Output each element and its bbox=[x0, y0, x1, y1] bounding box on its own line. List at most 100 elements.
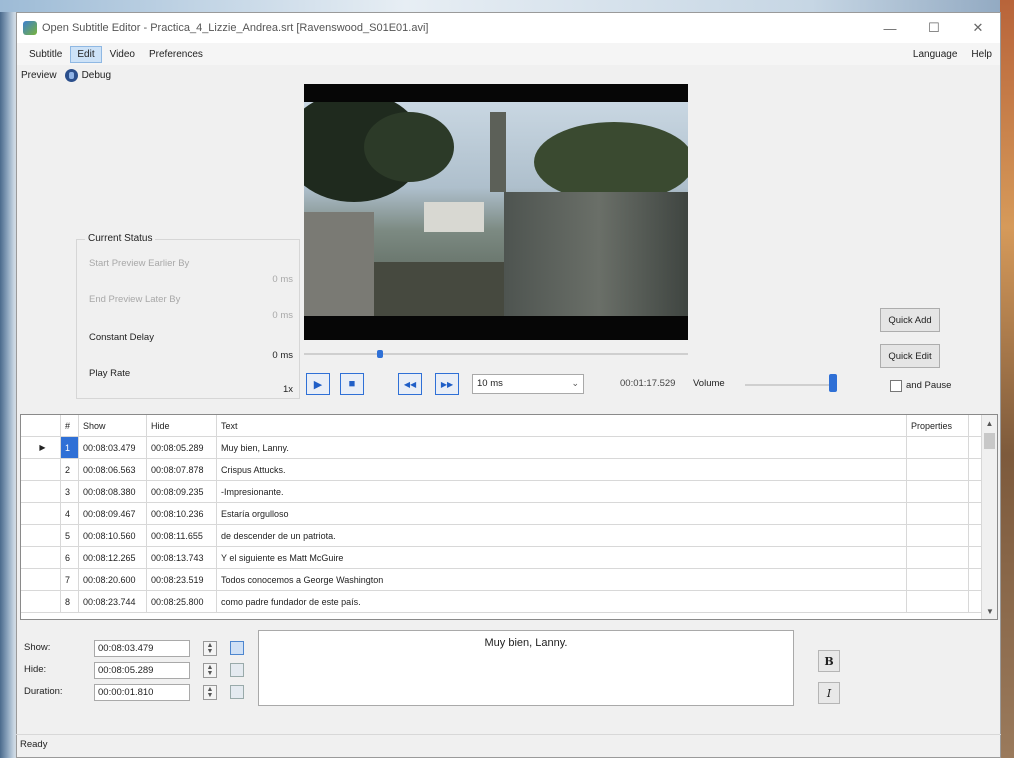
row-num[interactable]: 1 bbox=[61, 437, 79, 458]
row-properties[interactable] bbox=[907, 437, 969, 458]
duration-time-input[interactable]: 00:00:01.810 bbox=[94, 684, 190, 701]
row-num[interactable]: 7 bbox=[61, 569, 79, 590]
menu-edit[interactable]: Edit bbox=[70, 45, 102, 63]
row-hide[interactable]: 00:08:13.743 bbox=[147, 547, 217, 568]
current-row-arrow-icon[interactable]: ▶ bbox=[21, 437, 61, 458]
row-properties[interactable] bbox=[907, 547, 969, 568]
grid-scrollbar[interactable]: ▲ ▼ bbox=[981, 415, 997, 619]
row-properties[interactable] bbox=[907, 503, 969, 524]
row-hide[interactable]: 00:08:23.519 bbox=[147, 569, 217, 590]
row-show[interactable]: 00:08:20.600 bbox=[79, 569, 147, 590]
rewind-button[interactable]: ◀◀ bbox=[398, 373, 422, 395]
row-show[interactable]: 00:08:03.479 bbox=[79, 437, 147, 458]
row-hide[interactable]: 00:08:10.236 bbox=[147, 503, 217, 524]
seek-bar[interactable] bbox=[304, 350, 688, 358]
table-row[interactable]: 5 00:08:10.560 00:08:11.655 de descender de… bbox=[21, 525, 997, 547]
row-num[interactable]: 8 bbox=[61, 591, 79, 612]
menu-video[interactable]: Video bbox=[104, 47, 141, 62]
row-hide[interactable]: 00:08:07.878 bbox=[147, 459, 217, 480]
menu-help[interactable]: Help bbox=[965, 47, 998, 62]
close-button[interactable]: ✕ bbox=[956, 13, 1000, 43]
table-row[interactable]: 2 00:08:06.563 00:08:07.878 Crispus Attucks… bbox=[21, 459, 997, 481]
stop-button[interactable]: ■ bbox=[340, 373, 364, 395]
row-show[interactable]: 00:08:08.380 bbox=[79, 481, 147, 502]
row-hide[interactable]: 00:08:25.800 bbox=[147, 591, 217, 612]
row-selector[interactable] bbox=[21, 591, 61, 612]
row-text[interactable]: Y el siguiente es Matt McGuire bbox=[217, 547, 907, 568]
set-time-icon[interactable] bbox=[230, 685, 244, 699]
row-text[interactable]: Todos conocemos a George Washington bbox=[217, 569, 907, 590]
video-preview[interactable] bbox=[304, 84, 688, 340]
header-properties[interactable]: Properties bbox=[907, 415, 969, 436]
row-text[interactable]: Crispus Attucks. bbox=[217, 459, 907, 480]
table-row[interactable]: 6 00:08:12.265 00:08:13.743 Y el siguiente … bbox=[21, 547, 997, 569]
row-num[interactable]: 6 bbox=[61, 547, 79, 568]
row-selector[interactable] bbox=[21, 503, 61, 524]
row-text[interactable]: de descender de un patriota. bbox=[217, 525, 907, 546]
table-row[interactable]: 8 00:08:23.744 00:08:25.800 como padre fund… bbox=[21, 591, 997, 613]
row-text[interactable]: -Impresionante. bbox=[217, 481, 907, 502]
scroll-up-icon[interactable]: ▲ bbox=[982, 415, 997, 431]
menu-language[interactable]: Language bbox=[907, 47, 964, 62]
row-properties[interactable] bbox=[907, 525, 969, 546]
menu-preferences[interactable]: Preferences bbox=[143, 47, 209, 62]
hide-time-input[interactable]: 00:08:05.289 bbox=[94, 662, 190, 679]
bold-button[interactable]: B bbox=[818, 650, 840, 672]
show-spinner[interactable]: ▲ ▼ bbox=[203, 641, 217, 656]
tab-debug[interactable]: Debug bbox=[82, 70, 111, 81]
row-show[interactable]: 00:08:10.560 bbox=[79, 525, 147, 546]
row-num[interactable]: 4 bbox=[61, 503, 79, 524]
row-selector[interactable] bbox=[21, 569, 61, 590]
fast-forward-button[interactable]: ▶▶ bbox=[435, 373, 459, 395]
step-size-select[interactable]: 10 ms ⌄ bbox=[472, 374, 584, 394]
table-row[interactable]: 4 00:08:09.467 00:08:10.236 Estaría orgullo… bbox=[21, 503, 997, 525]
row-text[interactable]: Estaría orgulloso bbox=[217, 503, 907, 524]
header-show[interactable]: Show bbox=[79, 415, 147, 436]
row-selector[interactable] bbox=[21, 481, 61, 502]
seek-thumb[interactable] bbox=[376, 350, 383, 358]
row-show[interactable]: 00:08:12.265 bbox=[79, 547, 147, 568]
row-show[interactable]: 00:08:09.467 bbox=[79, 503, 147, 524]
header-hide[interactable]: Hide bbox=[147, 415, 217, 436]
quick-add-button[interactable]: Quick Add bbox=[880, 308, 940, 332]
row-properties[interactable] bbox=[907, 591, 969, 612]
row-properties[interactable] bbox=[907, 481, 969, 502]
row-num[interactable]: 2 bbox=[61, 459, 79, 480]
row-selector[interactable] bbox=[21, 547, 61, 568]
minimize-button[interactable]: — bbox=[868, 13, 912, 43]
set-time-icon[interactable] bbox=[230, 641, 244, 655]
scroll-down-icon[interactable]: ▼ bbox=[982, 603, 997, 619]
italic-button[interactable]: I bbox=[818, 682, 840, 704]
row-num[interactable]: 3 bbox=[61, 481, 79, 502]
maximize-button[interactable]: ☐ bbox=[912, 13, 956, 43]
table-row[interactable]: 7 00:08:20.600 00:08:23.519 Todos conocemos… bbox=[21, 569, 997, 591]
subtitle-text-editor[interactable]: Muy bien, Lanny. bbox=[258, 630, 794, 706]
table-row[interactable]: ▶ 1 00:08:03.479 00:08:05.289 Muy bien, Lann… bbox=[21, 437, 997, 459]
row-show[interactable]: 00:08:23.744 bbox=[79, 591, 147, 612]
row-properties[interactable] bbox=[907, 569, 969, 590]
row-hide[interactable]: 00:08:05.289 bbox=[147, 437, 217, 458]
duration-spinner[interactable]: ▲ ▼ bbox=[203, 685, 217, 700]
row-num[interactable]: 5 bbox=[61, 525, 79, 546]
row-hide[interactable]: 00:08:09.235 bbox=[147, 481, 217, 502]
and-pause-checkbox[interactable] bbox=[890, 380, 902, 392]
hide-spinner[interactable]: ▲ ▼ bbox=[203, 663, 217, 678]
play-button[interactable]: ▶ bbox=[306, 373, 330, 395]
row-hide[interactable]: 00:08:11.655 bbox=[147, 525, 217, 546]
volume-thumb[interactable] bbox=[829, 374, 838, 392]
header-num[interactable]: # bbox=[61, 415, 79, 436]
table-row[interactable]: 3 00:08:08.380 00:08:09.235 -Impresionante. bbox=[21, 481, 997, 503]
row-text[interactable]: como padre fundador de este país. bbox=[217, 591, 907, 612]
menu-subtitle[interactable]: Subtitle bbox=[23, 47, 68, 62]
scroll-thumb[interactable] bbox=[984, 433, 995, 449]
show-time-input[interactable]: 00:08:03.479 bbox=[94, 640, 190, 657]
header-text[interactable]: Text bbox=[217, 415, 907, 436]
volume-slider[interactable] bbox=[745, 384, 835, 386]
row-selector[interactable] bbox=[21, 459, 61, 480]
row-properties[interactable] bbox=[907, 459, 969, 480]
tab-preview[interactable]: Preview bbox=[21, 70, 57, 81]
row-selector[interactable] bbox=[21, 525, 61, 546]
set-time-icon[interactable] bbox=[230, 663, 244, 677]
row-text[interactable]: Muy bien, Lanny. bbox=[217, 437, 907, 458]
quick-edit-button[interactable]: Quick Edit bbox=[880, 344, 940, 368]
